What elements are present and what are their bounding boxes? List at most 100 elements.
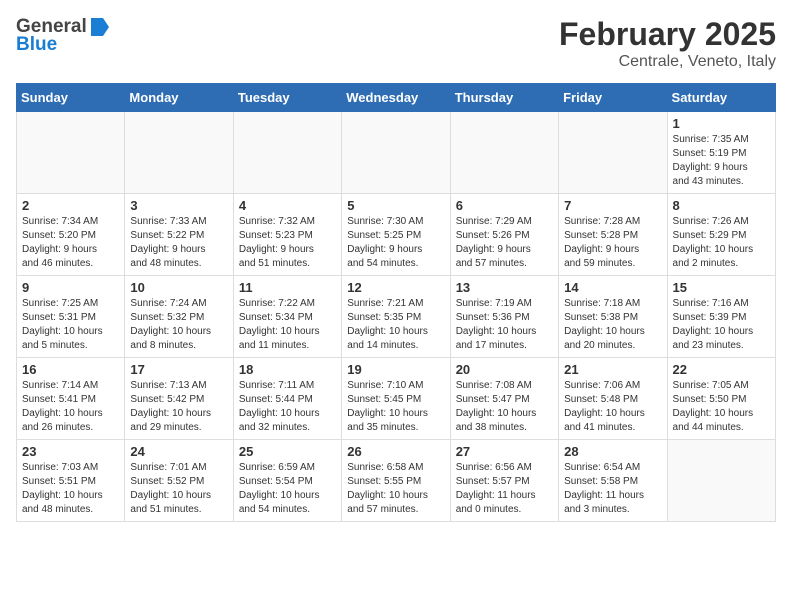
table-row: 4 Sunrise: 7:32 AM Sunset: 5:23 PM Daylig… xyxy=(233,194,341,276)
day-info: Sunrise: 7:21 AM Sunset: 5:35 PM Dayligh… xyxy=(347,297,444,353)
table-row: 14 Sunrise: 7:18 AM Sunset: 5:38 PM Dayli… xyxy=(559,276,667,358)
day-number: 4 xyxy=(239,198,336,213)
day-number: 9 xyxy=(22,280,119,295)
table-row: 11 Sunrise: 7:22 AM Sunset: 5:34 PM Dayli… xyxy=(233,276,341,358)
table-row: 19Sunrise: 7:10 AM Sunset: 5:45 PM Dayli… xyxy=(342,358,450,440)
table-row: 7 Sunrise: 7:28 AM Sunset: 5:28 PM Daylig… xyxy=(559,194,667,276)
day-number: 12 xyxy=(347,280,444,295)
day-info: Sunrise: 7:32 AM Sunset: 5:23 PM Dayligh… xyxy=(239,215,336,271)
day-number: 26 xyxy=(347,444,444,459)
table-row: 23 Sunrise: 7:03 AM Sunset: 5:51 PM Dayli… xyxy=(17,440,125,522)
day-info: Sunrise: 7:30 AM Sunset: 5:25 PM Dayligh… xyxy=(347,215,444,271)
header-monday: Monday xyxy=(125,84,233,112)
day-number: 20 xyxy=(456,362,553,377)
weekday-header-row: Sunday Monday Tuesday Wednesday Thursday… xyxy=(17,84,776,112)
table-row: 16Sunrise: 7:14 AM Sunset: 5:41 PM Dayli… xyxy=(17,358,125,440)
day-number: 10 xyxy=(130,280,227,295)
day-number: 24 xyxy=(130,444,227,459)
table-row: 15Sunrise: 7:16 AM Sunset: 5:39 PM Dayli… xyxy=(667,276,775,358)
logo-blue: Blue xyxy=(16,34,111,56)
day-info: Sunrise: 6:56 AM Sunset: 5:57 PM Dayligh… xyxy=(456,461,553,517)
calendar-week-row: 23 Sunrise: 7:03 AM Sunset: 5:51 PM Dayli… xyxy=(17,440,776,522)
day-number: 17 xyxy=(130,362,227,377)
table-row: 24 Sunrise: 7:01 AM Sunset: 5:52 PM Dayli… xyxy=(125,440,233,522)
day-info: Sunrise: 7:11 AM Sunset: 5:44 PM Dayligh… xyxy=(239,379,336,435)
day-info: Sunrise: 7:29 AM Sunset: 5:26 PM Dayligh… xyxy=(456,215,553,271)
table-row xyxy=(342,112,450,194)
day-info: Sunrise: 7:08 AM Sunset: 5:47 PM Dayligh… xyxy=(456,379,553,435)
day-number: 22 xyxy=(673,362,770,377)
logo: General Blue xyxy=(16,16,111,56)
table-row: 26 Sunrise: 6:58 AM Sunset: 5:55 PM Dayli… xyxy=(342,440,450,522)
day-info: Sunrise: 7:24 AM Sunset: 5:32 PM Dayligh… xyxy=(130,297,227,353)
day-number: 1 xyxy=(673,116,770,131)
table-row: 20 Sunrise: 7:08 AM Sunset: 5:47 PM Dayli… xyxy=(450,358,558,440)
calendar-week-row: 1 Sunrise: 7:35 AM Sunset: 5:19 PM Daylig… xyxy=(17,112,776,194)
day-info: Sunrise: 7:06 AM Sunset: 5:48 PM Dayligh… xyxy=(564,379,661,435)
day-info: Sunrise: 7:19 AM Sunset: 5:36 PM Dayligh… xyxy=(456,297,553,353)
calendar-week-row: 16Sunrise: 7:14 AM Sunset: 5:41 PM Dayli… xyxy=(17,358,776,440)
table-row: 13 Sunrise: 7:19 AM Sunset: 5:36 PM Dayli… xyxy=(450,276,558,358)
day-number: 27 xyxy=(456,444,553,459)
day-info: Sunrise: 6:59 AM Sunset: 5:54 PM Dayligh… xyxy=(239,461,336,517)
table-row: 27 Sunrise: 6:56 AM Sunset: 5:57 PM Dayli… xyxy=(450,440,558,522)
day-info: Sunrise: 6:54 AM Sunset: 5:58 PM Dayligh… xyxy=(564,461,661,517)
header-sunday: Sunday xyxy=(17,84,125,112)
table-row xyxy=(667,440,775,522)
header-friday: Friday xyxy=(559,84,667,112)
day-info: Sunrise: 7:05 AM Sunset: 5:50 PM Dayligh… xyxy=(673,379,770,435)
header-wednesday: Wednesday xyxy=(342,84,450,112)
day-info: Sunrise: 7:28 AM Sunset: 5:28 PM Dayligh… xyxy=(564,215,661,271)
day-info: Sunrise: 7:13 AM Sunset: 5:42 PM Dayligh… xyxy=(130,379,227,435)
day-number: 6 xyxy=(456,198,553,213)
day-number: 23 xyxy=(22,444,119,459)
day-info: Sunrise: 7:03 AM Sunset: 5:51 PM Dayligh… xyxy=(22,461,119,517)
table-row: 6 Sunrise: 7:29 AM Sunset: 5:26 PM Daylig… xyxy=(450,194,558,276)
day-info: Sunrise: 7:10 AM Sunset: 5:45 PM Dayligh… xyxy=(347,379,444,435)
day-info: Sunrise: 7:34 AM Sunset: 5:20 PM Dayligh… xyxy=(22,215,119,271)
location-subtitle: Centrale, Veneto, Italy xyxy=(559,53,776,71)
table-row: 9 Sunrise: 7:25 AM Sunset: 5:31 PM Daylig… xyxy=(17,276,125,358)
day-info: Sunrise: 7:35 AM Sunset: 5:19 PM Dayligh… xyxy=(673,133,770,189)
day-number: 14 xyxy=(564,280,661,295)
day-info: Sunrise: 7:14 AM Sunset: 5:41 PM Dayligh… xyxy=(22,379,119,435)
table-row xyxy=(17,112,125,194)
day-number: 11 xyxy=(239,280,336,295)
day-info: Sunrise: 7:18 AM Sunset: 5:38 PM Dayligh… xyxy=(564,297,661,353)
day-info: Sunrise: 6:58 AM Sunset: 5:55 PM Dayligh… xyxy=(347,461,444,517)
calendar-table: Sunday Monday Tuesday Wednesday Thursday… xyxy=(16,83,776,522)
header-tuesday: Tuesday xyxy=(233,84,341,112)
day-number: 7 xyxy=(564,198,661,213)
table-row: 2 Sunrise: 7:34 AM Sunset: 5:20 PM Daylig… xyxy=(17,194,125,276)
table-row: 18 Sunrise: 7:11 AM Sunset: 5:44 PM Dayli… xyxy=(233,358,341,440)
day-number: 25 xyxy=(239,444,336,459)
table-row: 17 Sunrise: 7:13 AM Sunset: 5:42 PM Dayli… xyxy=(125,358,233,440)
day-number: 21 xyxy=(564,362,661,377)
day-info: Sunrise: 7:01 AM Sunset: 5:52 PM Dayligh… xyxy=(130,461,227,517)
table-row: 28Sunrise: 6:54 AM Sunset: 5:58 PM Dayli… xyxy=(559,440,667,522)
day-number: 2 xyxy=(22,198,119,213)
table-row: 3Sunrise: 7:33 AM Sunset: 5:22 PM Daylig… xyxy=(125,194,233,276)
table-row: 12 Sunrise: 7:21 AM Sunset: 5:35 PM Dayli… xyxy=(342,276,450,358)
table-row: 8 Sunrise: 7:26 AM Sunset: 5:29 PM Daylig… xyxy=(667,194,775,276)
header-thursday: Thursday xyxy=(450,84,558,112)
table-row xyxy=(450,112,558,194)
day-info: Sunrise: 7:22 AM Sunset: 5:34 PM Dayligh… xyxy=(239,297,336,353)
day-number: 8 xyxy=(673,198,770,213)
table-row xyxy=(125,112,233,194)
table-row: 10 Sunrise: 7:24 AM Sunset: 5:32 PM Dayli… xyxy=(125,276,233,358)
header-saturday: Saturday xyxy=(667,84,775,112)
day-info: Sunrise: 7:26 AM Sunset: 5:29 PM Dayligh… xyxy=(673,215,770,271)
day-number: 15 xyxy=(673,280,770,295)
calendar-week-row: 9 Sunrise: 7:25 AM Sunset: 5:31 PM Daylig… xyxy=(17,276,776,358)
table-row: 5Sunrise: 7:30 AM Sunset: 5:25 PM Daylig… xyxy=(342,194,450,276)
page-header: General Blue February 2025 Centrale, Ven… xyxy=(16,16,776,71)
table-row xyxy=(233,112,341,194)
day-number: 13 xyxy=(456,280,553,295)
day-number: 18 xyxy=(239,362,336,377)
table-row: 25 Sunrise: 6:59 AM Sunset: 5:54 PM Dayli… xyxy=(233,440,341,522)
calendar-week-row: 2 Sunrise: 7:34 AM Sunset: 5:20 PM Daylig… xyxy=(17,194,776,276)
day-info: Sunrise: 7:25 AM Sunset: 5:31 PM Dayligh… xyxy=(22,297,119,353)
title-area: February 2025 Centrale, Veneto, Italy xyxy=(559,16,776,71)
table-row xyxy=(559,112,667,194)
